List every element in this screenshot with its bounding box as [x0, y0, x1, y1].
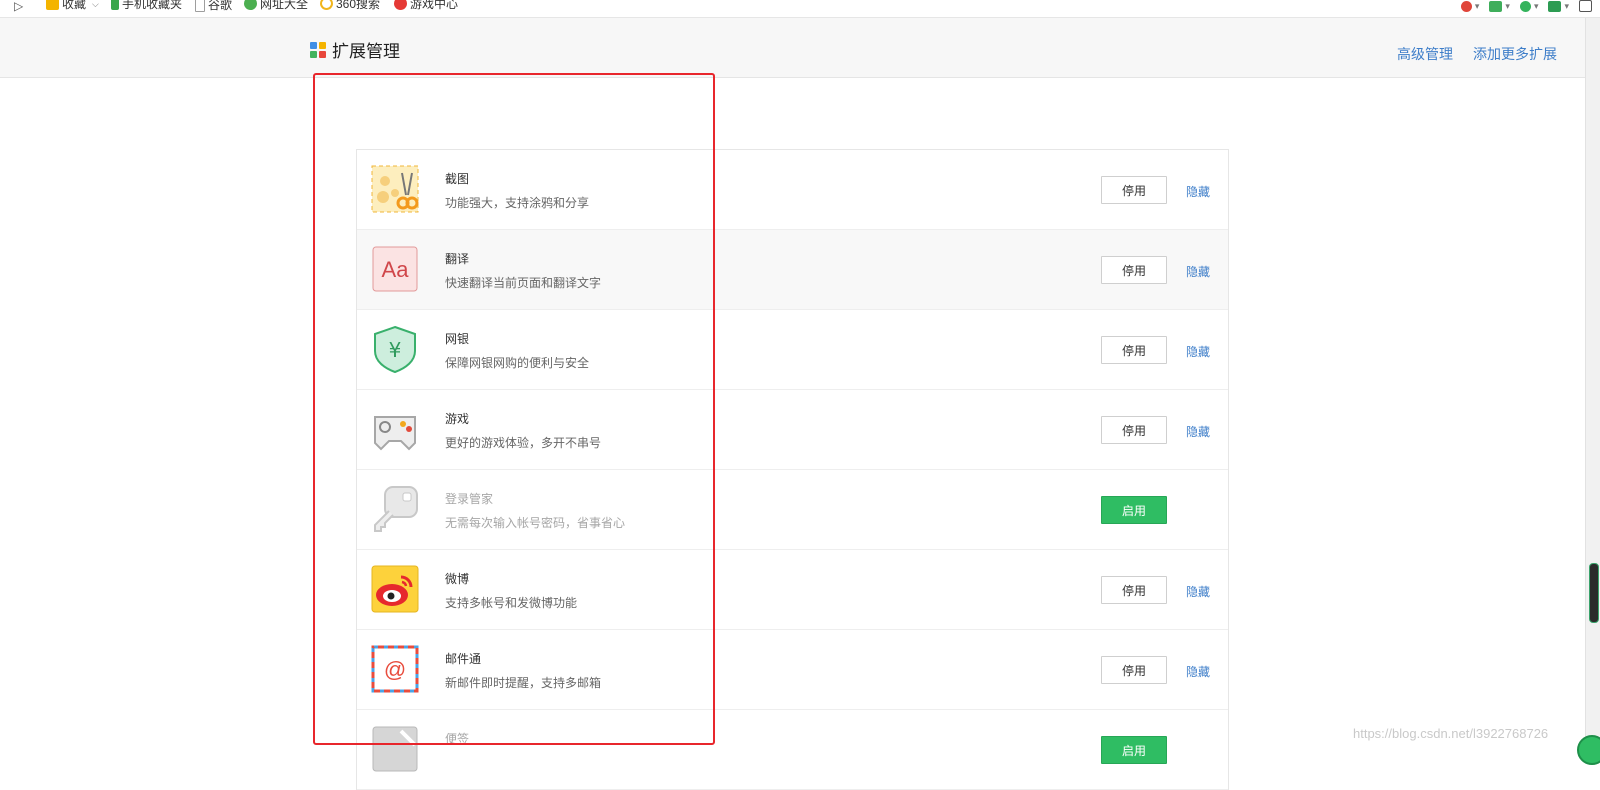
site-icon — [244, 0, 257, 10]
phone-icon — [111, 0, 119, 10]
extension-name: 邮件通 — [445, 652, 482, 666]
toolbar-apps[interactable] — [1579, 0, 1592, 12]
toolbar-game[interactable]: ▾ — [1548, 0, 1569, 12]
add-more-extensions-link[interactable]: 添加更多扩展 — [1473, 44, 1557, 64]
svg-text:Aa: Aa — [382, 257, 410, 282]
extension-description: 新邮件即时提醒，支持多邮箱 — [445, 676, 602, 690]
toolbar-icons: ▾ ▾ ▾ ▾ — [1460, 0, 1592, 12]
weibo-icon — [371, 565, 419, 613]
bookmark-item-game-center[interactable]: 游戏中心 — [394, 0, 458, 10]
bookmark-label: 手机收藏夹 — [122, 0, 183, 11]
extension-name: 截图 — [445, 172, 470, 186]
hide-link[interactable]: 隐藏 — [1186, 583, 1210, 600]
page-header: 扩展管理 高级管理 添加更多扩展 — [0, 18, 1585, 78]
page-title-text: 扩展管理 — [332, 42, 400, 61]
disable-button[interactable]: 停用 — [1101, 336, 1167, 364]
yuan-shield-icon: ¥ — [371, 325, 419, 374]
disable-button[interactable]: 停用 — [1101, 256, 1167, 284]
hide-link[interactable]: 隐藏 — [1186, 183, 1210, 200]
extensions-grid-icon — [310, 41, 326, 58]
disable-button[interactable]: 停用 — [1101, 176, 1167, 204]
notes-icon — [371, 725, 419, 773]
extension-name: 网银 — [445, 332, 470, 346]
extension-row-game: 游戏 更好的游戏体验，多开不串号 停用 隐藏 — [357, 390, 1228, 470]
hide-link[interactable]: 隐藏 — [1186, 343, 1210, 360]
bookmark-item-favorites[interactable]: 收藏 ⌵ — [46, 0, 99, 10]
extension-description: 更好的游戏体验，多开不串号 — [445, 436, 602, 450]
enable-button[interactable]: 启用 — [1101, 736, 1167, 764]
watermark: https://blog.csdn.net/l3922768726 — [1353, 726, 1549, 741]
extension-row-translate: Aa 翻译 快速翻译当前页面和翻译文字 停用 隐藏 — [357, 230, 1228, 310]
extension-list: 截图 功能强大，支持涂鸦和分享 停用 隐藏 Aa 翻译 快速翻译当前页面和翻译文… — [356, 149, 1229, 790]
bookmark-bar: ▷ 收藏 ⌵ 手机收藏夹 谷歌 网址大全 360搜索 游戏中心 ▾ ▾ ▾ ▾ — [0, 0, 1600, 18]
extension-description: 功能强大，支持涂鸦和分享 — [445, 196, 590, 210]
page-icon — [195, 0, 205, 12]
hide-link[interactable]: 隐藏 — [1186, 663, 1210, 680]
enable-button[interactable]: 启用 — [1101, 496, 1167, 524]
extension-row-screenshot: 截图 功能强大，支持涂鸦和分享 停用 隐藏 — [357, 150, 1228, 230]
extension-name: 游戏 — [445, 412, 470, 426]
extension-name: 登录管家 — [445, 492, 494, 506]
advanced-management-link[interactable]: 高级管理 — [1397, 44, 1453, 64]
chevron-down-icon[interactable]: ⌵ — [92, 0, 99, 10]
scrollbar[interactable] — [1585, 18, 1600, 751]
bookmark-label: 游戏中心 — [410, 0, 459, 11]
disable-button[interactable]: 停用 — [1101, 416, 1167, 444]
extension-description: 快速翻译当前页面和翻译文字 — [445, 276, 602, 290]
extension-name: 微博 — [445, 572, 470, 586]
gamepad-icon — [371, 405, 419, 453]
scrollbar-thumb[interactable] — [1589, 563, 1599, 623]
bookmark-item-360search[interactable]: 360搜索 — [320, 0, 380, 10]
star-icon — [46, 0, 59, 10]
bookmark-label: 收藏 — [62, 0, 87, 11]
game-center-icon — [394, 0, 407, 10]
key-icon — [371, 485, 419, 533]
disable-button[interactable]: 停用 — [1101, 656, 1167, 684]
extension-description: 支持多帐号和发微博功能 — [445, 596, 578, 610]
disable-button[interactable]: 停用 — [1101, 576, 1167, 604]
hide-link[interactable]: 隐藏 — [1186, 263, 1210, 280]
corner-floating-icon[interactable] — [1577, 735, 1600, 765]
bookmark-label: 网址大全 — [260, 0, 309, 11]
header-links: 高级管理 添加更多扩展 — [1397, 44, 1557, 64]
extension-row-bank: ¥ 网银 保障网银网购的便利与安全 停用 隐藏 — [357, 310, 1228, 390]
bookmark-item-google[interactable]: 谷歌 — [195, 0, 232, 12]
bank-shield-icon — [1519, 0, 1531, 12]
toolbar-bank[interactable]: ▾ — [1519, 0, 1538, 12]
game-icon — [1548, 0, 1562, 12]
extension-description: 保障网银网购的便利与安全 — [445, 356, 590, 370]
mail-at-icon: @ — [371, 645, 419, 693]
extension-name: 便签 — [445, 732, 470, 746]
translate-icon — [1489, 0, 1503, 12]
toolbar-translate[interactable]: ▾ — [1489, 0, 1510, 12]
bookmark-collapse-icon[interactable]: ▷ — [14, 0, 23, 12]
bookmark-label: 谷歌 — [208, 0, 233, 12]
bookmark-item-sites[interactable]: 网址大全 — [244, 0, 308, 10]
extension-description: 无需每次输入帐号密码，省事省心 — [445, 516, 626, 530]
scissors-icon — [1460, 0, 1472, 12]
page-title: 扩展管理 — [310, 37, 400, 62]
extension-name: 翻译 — [445, 252, 470, 266]
apps-grid-icon — [1579, 0, 1592, 12]
screenshot-scissors-icon — [371, 165, 419, 213]
extension-row-login-manager: 登录管家 无需每次输入帐号密码，省事省心 启用 — [357, 470, 1228, 550]
search-360-icon — [320, 0, 333, 10]
extension-row-mail: @ 邮件通 新邮件即时提醒，支持多邮箱 停用 隐藏 — [357, 630, 1228, 710]
extension-row-weibo: 微博 支持多帐号和发微博功能 停用 隐藏 — [357, 550, 1228, 630]
bookmark-label: 360搜索 — [336, 0, 381, 11]
svg-text:¥: ¥ — [389, 338, 402, 362]
translate-aa-icon: Aa — [371, 245, 419, 293]
bookmark-item-mobile[interactable]: 手机收藏夹 — [111, 0, 182, 10]
svg-text:@: @ — [384, 657, 406, 682]
extension-row-notes: 便签 启用 — [357, 710, 1228, 790]
hide-link[interactable]: 隐藏 — [1186, 423, 1210, 440]
toolbar-scissors[interactable]: ▾ — [1460, 0, 1479, 12]
